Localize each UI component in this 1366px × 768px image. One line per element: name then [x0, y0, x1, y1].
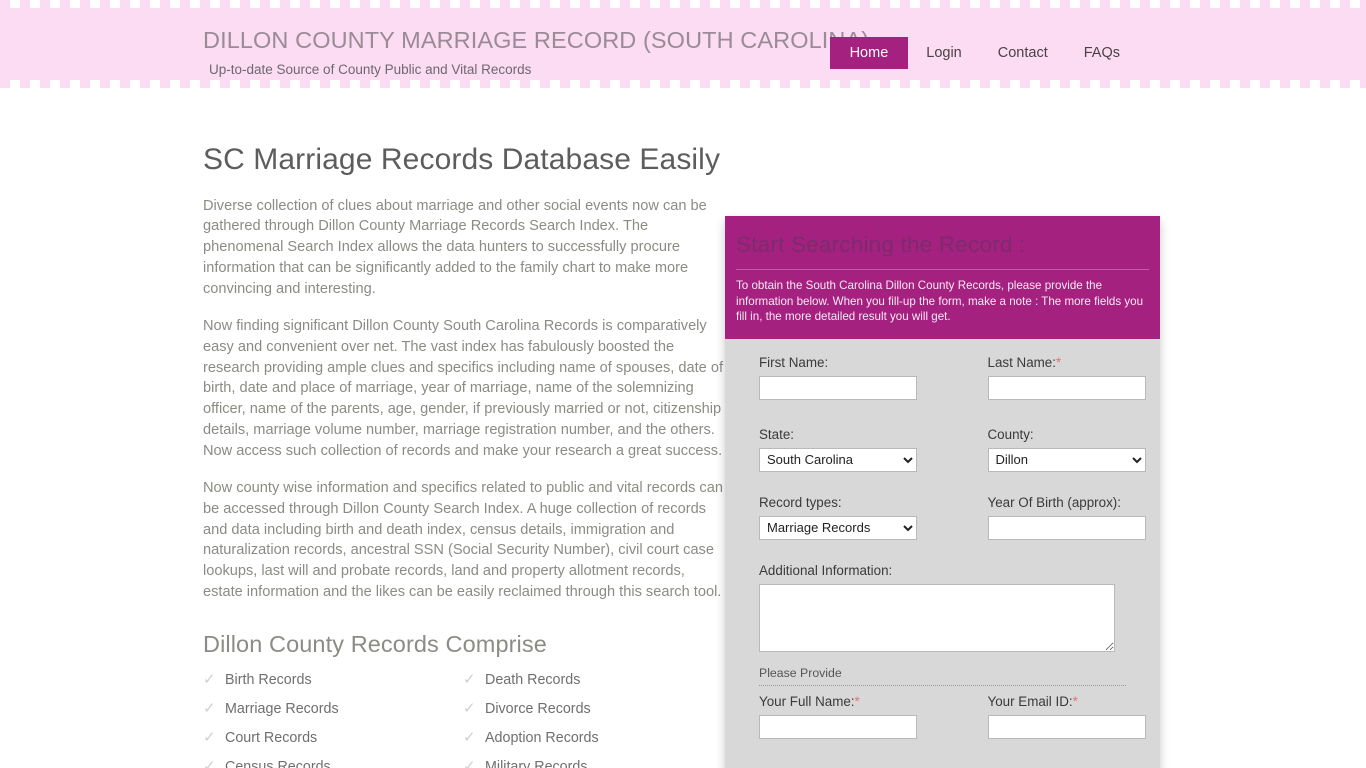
email-input[interactable]	[987, 714, 1146, 739]
year-of-birth-input[interactable]	[987, 515, 1146, 540]
list-item: ✓ Marriage Records	[203, 701, 463, 717]
last-name-field: Last Name:*	[943, 355, 1146, 400]
list-item: ✓ Birth Records	[203, 672, 463, 688]
full-name-field: Your Full Name:*	[759, 694, 943, 739]
list-item-label: Adoption Records	[485, 729, 599, 746]
check-icon: ✓	[463, 671, 476, 689]
state-label: State:	[759, 426, 794, 442]
last-name-label: Last Name:*	[988, 355, 1127, 370]
last-name-label-text: Last Name:	[987, 354, 1056, 370]
list-item-label: Census Records	[225, 758, 331, 768]
list-item: ✓ Census Records	[203, 759, 463, 768]
email-label-text: Your Email ID:	[987, 693, 1073, 709]
additional-info-field: Additional Information:	[759, 563, 1126, 657]
intro-paragraph-3: Now county wise information and specific…	[203, 479, 723, 601]
name-row: First Name: Last Name:*	[759, 355, 1146, 409]
nav-item-contact[interactable]: Contact	[980, 37, 1066, 69]
list-item-label: Birth Records	[225, 671, 312, 688]
nav-item-faqs[interactable]: FAQs	[1066, 37, 1138, 69]
check-icon: ✓	[463, 758, 476, 768]
list-item: ✓ Death Records	[463, 672, 723, 688]
search-form-title: Start Searching the Record :	[736, 232, 1149, 270]
list-item-label: Death Records	[485, 671, 581, 688]
additional-info-label: Additional Information:	[759, 562, 893, 578]
required-asterisk: *	[1055, 354, 1062, 370]
year-of-birth-field: Year Of Birth (approx):	[943, 494, 1146, 540]
required-asterisk: *	[854, 693, 860, 709]
brand: DILLON COUNTY MARRIAGE RECORD (SOUTH CAR…	[203, 27, 870, 77]
check-icon: ✓	[463, 700, 476, 718]
records-list: ✓ Birth Records ✓ Death Records ✓ Marria…	[203, 672, 723, 768]
additional-info-textarea[interactable]	[759, 583, 1115, 652]
record-types-select[interactable]: Marriage Records	[759, 515, 917, 540]
records-comprise-title: Dillon County Records Comprise	[203, 630, 547, 657]
check-icon: ✓	[463, 729, 476, 747]
first-name-input[interactable]	[759, 375, 917, 400]
record-year-row: Record types: Marriage Records Year Of B…	[759, 494, 1146, 549]
email-field: Your Email ID:*	[943, 694, 1146, 739]
full-name-input[interactable]	[759, 714, 917, 739]
search-form-panel: Start Searching the Record : To obtain t…	[725, 216, 1160, 768]
check-icon: ✓	[203, 671, 216, 689]
check-icon: ✓	[203, 729, 216, 747]
county-select[interactable]: Dillon	[987, 447, 1146, 472]
search-form-header: Start Searching the Record : To obtain t…	[725, 216, 1160, 339]
contact-row: Your Full Name:* Your Email ID:*	[759, 694, 1146, 748]
brand-title: DILLON COUNTY MARRIAGE RECORD (SOUTH CAR…	[203, 27, 870, 53]
list-item-label: Military Records	[485, 758, 588, 768]
list-item-label: Court Records	[225, 729, 318, 746]
list-item-label: Divorce Records	[485, 700, 591, 717]
list-item: ✓ Court Records	[203, 730, 463, 746]
search-form-description: To obtain the South Carolina Dillon Coun…	[736, 279, 1144, 324]
full-name-label: Your Full Name:*	[759, 694, 943, 709]
year-of-birth-label: Year Of Birth (approx):	[987, 494, 1121, 510]
record-types-label: Record types:	[759, 494, 842, 510]
brand-subtitle: Up-to-date Source of County Public and V…	[209, 61, 532, 77]
record-types-field: Record types: Marriage Records	[759, 495, 943, 540]
list-item: ✓ Divorce Records	[463, 701, 723, 717]
search-form: First Name: Last Name:* State: South Car…	[725, 338, 1160, 768]
state-field: State: South Carolina	[759, 427, 943, 472]
county-label: County:	[987, 426, 1034, 442]
list-item: ✓ Military Records	[463, 759, 723, 768]
first-name-field: First Name:	[759, 355, 943, 400]
nav-item-login[interactable]: Login	[908, 37, 979, 69]
page-title: SC Marriage Records Database Easily	[203, 143, 721, 176]
list-item: ✓ Adoption Records	[463, 730, 723, 746]
intro-paragraph-2: Now finding significant Dillon County So…	[203, 317, 723, 459]
nav-item-home[interactable]: Home	[829, 37, 909, 69]
check-icon: ✓	[203, 700, 216, 718]
site-header: DILLON COUNTY MARRIAGE RECORD (SOUTH CAR…	[0, 0, 1366, 88]
section-divider	[759, 684, 1126, 686]
last-name-input[interactable]	[987, 375, 1146, 400]
please-provide-label: Please Provide	[759, 665, 842, 680]
state-select[interactable]: South Carolina	[759, 447, 917, 472]
location-row: State: South Carolina County: Dillon	[759, 426, 1146, 481]
check-icon: ✓	[203, 758, 216, 768]
list-item-label: Marriage Records	[225, 700, 339, 717]
intro-paragraph-1: Diverse collection of clues about marria…	[203, 197, 707, 297]
article-column: SC Marriage Records Database Easily Dive…	[203, 143, 723, 768]
email-label: Your Email ID:*	[988, 694, 1127, 709]
county-field: County: Dillon	[943, 426, 1146, 472]
main-nav: Home Login Contact FAQs	[829, 37, 1138, 69]
first-name-label: First Name:	[759, 354, 829, 370]
page-content: SC Marriage Records Database Easily Dive…	[0, 88, 1366, 768]
full-name-label-text: Your Full Name:	[759, 693, 855, 709]
required-asterisk: *	[1072, 693, 1078, 709]
